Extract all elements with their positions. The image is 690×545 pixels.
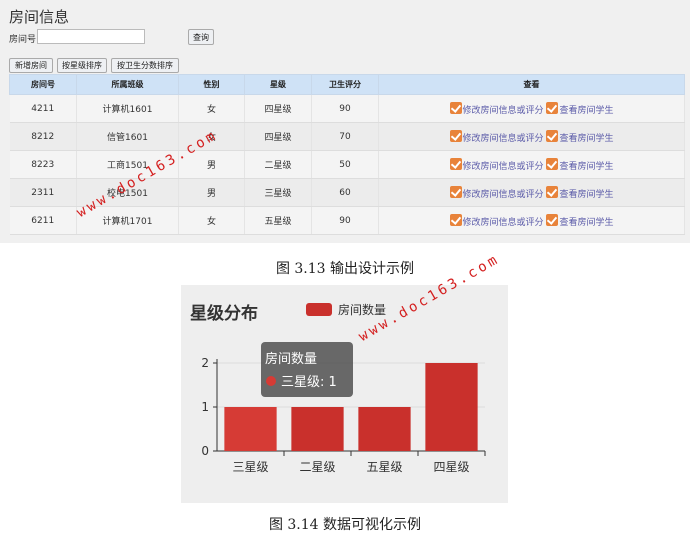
legend-label: 房间数量 — [338, 302, 386, 317]
bar — [224, 407, 277, 451]
cell-star: 二星级 — [244, 150, 312, 179]
x-tick-label: 二星级 — [299, 460, 335, 474]
bar — [291, 407, 344, 451]
cell-class: 信管1601 — [76, 122, 179, 151]
room-table: 房间号 所属班级 性别 星级 卫生评分 查看 4211 计算机1601 女 四星… — [9, 74, 685, 235]
checkbox-icon — [546, 157, 559, 170]
bar — [358, 407, 411, 451]
cell-star: 四星级 — [244, 122, 312, 151]
header-class: 所属班级 — [76, 74, 179, 95]
edit-room-link[interactable]: 修改房间信息或评分 — [463, 218, 544, 228]
page-title: 房间信息 — [9, 8, 70, 26]
figure-caption-3-14: 图 3.14 数据可视化示例 — [268, 517, 422, 533]
tooltip-marker — [266, 376, 276, 386]
header-gender: 性别 — [178, 74, 245, 95]
checkbox-icon — [449, 185, 462, 198]
header-room-no: 房间号 — [9, 74, 77, 95]
table-row: 4211 计算机1601 女 四星级 90 修改房间信息或评分 查看房间学生 — [9, 94, 685, 123]
cell-score: 90 — [311, 94, 379, 123]
cell-gender: 女 — [178, 206, 245, 235]
header-star: 星级 — [244, 74, 312, 95]
room-number-label: 房间号: — [9, 35, 40, 45]
cell-room-no: 2311 — [9, 178, 77, 207]
edit-room-link[interactable]: 修改房间信息或评分 — [463, 106, 544, 116]
star-distribution-chart: 星级分布 房间数量 0 1 2 三星级 二星级 五星级 四星级 房间数量 三星级: 1 — [181, 285, 508, 503]
sort-by-star-button[interactable]: 按星级排序 — [57, 58, 107, 73]
tooltip-label: 三星级: 1 — [281, 375, 337, 390]
y-tick-label: 2 — [201, 356, 209, 370]
view-students-link[interactable]: 查看房间学生 — [559, 106, 613, 116]
query-button[interactable]: 查询 — [188, 29, 214, 45]
sort-by-score-button[interactable]: 按卫生分数排序 — [111, 58, 179, 73]
checkbox-icon — [546, 185, 559, 198]
cell-class: 计算机1601 — [76, 94, 179, 123]
checkbox-icon — [546, 129, 559, 142]
cell-score: 70 — [311, 122, 379, 151]
table-row: 6211 计算机1701 女 五星级 90 修改房间信息或评分 查看房间学生 — [9, 206, 685, 235]
cell-room-no: 8223 — [9, 150, 77, 179]
cell-actions: 修改房间信息或评分 查看房间学生 — [378, 94, 685, 123]
cell-room-no: 8212 — [9, 122, 77, 151]
room-number-input[interactable] — [37, 29, 145, 44]
checkbox-icon — [449, 213, 462, 226]
header-view: 查看 — [378, 74, 685, 95]
table-row: 8223 工商1501 男 二星级 50 修改房间信息或评分 查看房间学生 — [9, 150, 685, 179]
y-tick-label: 1 — [201, 400, 209, 414]
edit-room-link[interactable]: 修改房间信息或评分 — [463, 134, 544, 144]
cell-actions: 修改房间信息或评分 查看房间学生 — [378, 206, 685, 235]
checkbox-icon — [449, 157, 462, 170]
cell-gender: 男 — [178, 178, 245, 207]
cell-star: 四星级 — [244, 94, 312, 123]
checkbox-icon — [546, 101, 559, 114]
edit-room-link[interactable]: 修改房间信息或评分 — [463, 162, 544, 172]
view-students-link[interactable]: 查看房间学生 — [559, 190, 613, 200]
chart-svg: 星级分布 房间数量012三星级 二星级 五星级 四星级房间数量三星级: 1 — [190, 302, 486, 474]
table-header-row: 房间号 所属班级 性别 星级 卫生评分 查看 — [9, 74, 685, 95]
cell-actions: 修改房间信息或评分 查看房间学生 — [378, 122, 685, 151]
cell-score: 90 — [311, 206, 379, 235]
view-students-link[interactable]: 查看房间学生 — [559, 162, 613, 172]
edit-room-link[interactable]: 修改房间信息或评分 — [463, 190, 544, 200]
cell-score: 60 — [311, 178, 379, 207]
checkbox-icon — [546, 213, 559, 226]
chart-title: 星级分布 — [190, 303, 258, 324]
checkbox-icon — [449, 129, 462, 142]
legend-swatch — [306, 303, 332, 316]
cell-actions: 修改房间信息或评分 查看房间学生 — [378, 150, 685, 179]
cell-actions: 修改房间信息或评分 查看房间学生 — [378, 178, 685, 207]
view-students-link[interactable]: 查看房间学生 — [559, 218, 613, 228]
figure-caption-3-13: 图 3.13 输出设计示例 — [275, 261, 415, 277]
cell-star: 五星级 — [244, 206, 312, 235]
x-tick-label: 四星级 — [433, 460, 469, 474]
y-tick-label: 0 — [201, 444, 209, 458]
cell-gender: 女 — [178, 94, 245, 123]
view-students-link[interactable]: 查看房间学生 — [559, 134, 613, 144]
x-tick-label: 三星级 — [232, 460, 268, 474]
cell-room-no: 4211 — [9, 94, 77, 123]
cell-score: 50 — [311, 150, 379, 179]
bar — [425, 363, 478, 451]
x-tick-label: 五星级 — [366, 460, 402, 474]
table-row: 8212 信管1601 女 四星级 70 修改房间信息或评分 查看房间学生 — [9, 122, 685, 151]
cell-star: 三星级 — [244, 178, 312, 207]
cell-room-no: 6211 — [9, 206, 77, 235]
checkbox-icon — [449, 101, 462, 114]
add-room-button[interactable]: 新增房间 — [9, 58, 53, 73]
tooltip-title: 房间数量 — [265, 351, 317, 367]
header-score: 卫生评分 — [311, 74, 379, 95]
